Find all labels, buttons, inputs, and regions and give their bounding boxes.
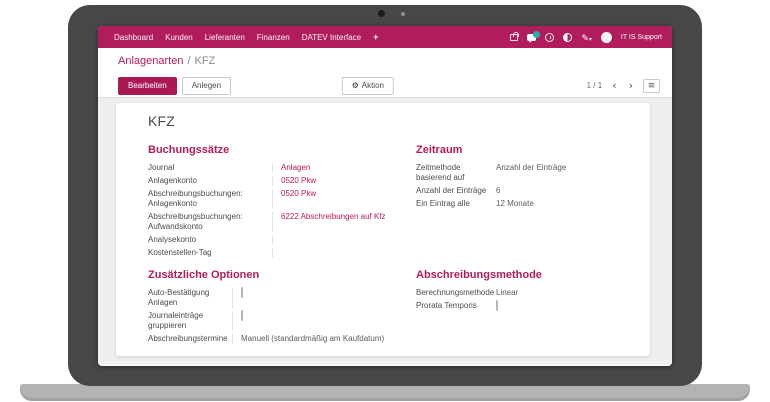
field-row-analysekonto: Analysekonto	[148, 235, 400, 245]
field-row-zeitmethode: Zeitmethode basierend auf Anzahl der Ein…	[416, 163, 646, 183]
content-area: KFZ Buchungssätze Journal Anlagen Anlage…	[98, 98, 672, 365]
field-value: 12 Monate	[496, 199, 534, 209]
field-row-abschreibung-anlagenkonto: Abschreibungsbuchungen: Anlagenkonto 052…	[148, 189, 400, 209]
group-title-optionen: Zusätzliche Optionen	[148, 269, 400, 281]
message-badge	[533, 31, 540, 38]
field-value-link[interactable]: 6222 Abschreibungen auf Kfz	[281, 212, 386, 221]
messages-icon[interactable]	[527, 34, 536, 41]
contrast-icon[interactable]	[563, 33, 572, 42]
field-value: Anzahl der Einträge	[496, 163, 566, 183]
group-title-buchungssaetze: Buchungssätze	[148, 144, 400, 156]
field-value: 6	[496, 186, 500, 196]
pager: 1 / 1 ‹ › ≡	[587, 79, 660, 93]
group-buchungssaetze: Buchungssätze Journal Anlagen Anlagenkon…	[148, 144, 400, 261]
field-row-abschreibung-aufwandskonto: Abschreibungsbuchungen: Aufwandskonto 62…	[148, 212, 400, 232]
group-title-methode: Abschreibungsmethode	[416, 269, 646, 281]
field-label: Anzahl der Einträge	[416, 186, 496, 196]
pager-next-icon[interactable]: ›	[627, 81, 635, 91]
field-row-anzahl-eintraege: Anzahl der Einträge 6	[416, 186, 646, 196]
field-row-auto-bestaetigung: Auto-Bestätigung Anlagen	[148, 288, 400, 308]
group-abschreibungsmethode: Abschreibungsmethode Berechnungsmethode …	[416, 269, 646, 347]
field-label: Kostenstellen-Tag	[148, 248, 272, 258]
field-label: Berechnungsmethode	[416, 288, 496, 298]
nav-item-plus[interactable]: +	[373, 32, 378, 42]
webcam-icon	[378, 10, 385, 17]
field-label: Journal	[148, 163, 272, 173]
field-label: Anlagenkonto	[148, 176, 272, 186]
activities-clock-icon[interactable]	[545, 33, 554, 42]
field-row-journaleintraege-gruppieren: Journaleinträge gruppieren	[148, 311, 400, 331]
breadcrumb-parent-link[interactable]: Anlagenarten	[118, 55, 183, 67]
webcam-led-icon	[401, 12, 405, 16]
edit-button[interactable]: Bearbeiten	[118, 77, 177, 95]
bag-icon[interactable]	[510, 34, 518, 41]
field-label: Zeitmethode basierend auf	[416, 163, 496, 183]
breadcrumb-separator: /	[187, 55, 190, 67]
field-label: Analysekonto	[148, 235, 272, 245]
record-title: KFZ	[148, 113, 630, 129]
nav-item-kunden[interactable]: Kunden	[165, 33, 193, 42]
pencil-icon: ✎	[581, 34, 589, 44]
pencil-menu[interactable]: ✎▾	[581, 28, 592, 46]
nav-item-dashboard[interactable]: Dashboard	[114, 33, 153, 42]
field-row-prorata-temporis: Prorata Temporis	[416, 301, 646, 311]
field-value-link[interactable]: 0520 Pkw	[281, 176, 316, 185]
form-sheet: KFZ Buchungssätze Journal Anlagen Anlage…	[116, 103, 650, 356]
laptop-base	[20, 384, 750, 401]
breadcrumb: Anlagenarten / KFZ	[98, 48, 672, 74]
topbar-right-zone: ✎▾ IT IS Support	[510, 28, 662, 46]
control-panel: Bearbeiten Anlegen ⚙ Aktion 1 / 1 ‹ › ≡	[98, 74, 672, 98]
group-title-zeitraum: Zeitraum	[416, 144, 646, 156]
nav-item-datev-interface[interactable]: DATEV Interface	[302, 33, 361, 42]
auto-bestaetigung-checkbox[interactable]	[241, 287, 243, 298]
create-button[interactable]: Anlegen	[182, 77, 231, 95]
field-label: Abschreibungstermine	[148, 334, 232, 344]
field-row-kostenstellen-tag: Kostenstellen-Tag	[148, 248, 400, 258]
pager-prev-icon[interactable]: ‹	[610, 81, 618, 91]
field-value: Manuell (standardmäßig am Kaufdatum)	[232, 334, 400, 344]
caret-down-icon: ▾	[589, 36, 592, 43]
field-value-link[interactable]: 0520 Pkw	[281, 189, 316, 198]
app-window: Dashboard Kunden Lieferanten Finanzen DA…	[98, 26, 672, 366]
field-label: Ein Eintrag alle	[416, 199, 496, 209]
group-zusaetzliche-optionen: Zusätzliche Optionen Auto-Bestätigung An…	[148, 269, 400, 347]
nav-item-finanzen[interactable]: Finanzen	[257, 33, 290, 42]
action-button[interactable]: ⚙ Aktion	[342, 77, 394, 95]
user-menu-label[interactable]: IT IS Support	[621, 34, 662, 41]
top-nav-bar: Dashboard Kunden Lieferanten Finanzen DA…	[98, 26, 672, 48]
field-label: Abschreibungsbuchungen: Anlagenkonto	[148, 189, 272, 209]
field-row-eintrag-alle: Ein Eintrag alle 12 Monate	[416, 199, 646, 209]
field-value: Linear	[496, 288, 518, 298]
field-value-empty	[272, 248, 400, 258]
field-row-berechnungsmethode: Berechnungsmethode Linear	[416, 288, 646, 298]
field-label: Prorata Temporis	[416, 301, 496, 311]
avatar[interactable]	[601, 32, 612, 43]
view-switcher-button[interactable]: ≡	[643, 79, 660, 93]
field-value-link[interactable]: Anlagen	[281, 163, 310, 172]
nav-item-lieferanten[interactable]: Lieferanten	[205, 33, 245, 42]
field-label: Journaleinträge gruppieren	[148, 311, 232, 331]
pager-value: 1 / 1	[587, 81, 603, 90]
group-zeitraum: Zeitraum Zeitmethode basierend auf Anzah…	[416, 144, 646, 261]
laptop-mockup: Dashboard Kunden Lieferanten Finanzen DA…	[0, 0, 770, 402]
field-row-abschreibungstermine: Abschreibungstermine Manuell (standardmä…	[148, 334, 400, 344]
field-row-anlagenkonto: Anlagenkonto 0520 Pkw	[148, 176, 400, 186]
action-button-label: Aktion	[362, 82, 384, 90]
journaleintraege-gruppieren-checkbox[interactable]	[241, 310, 243, 321]
gear-icon: ⚙	[352, 82, 359, 90]
field-value-empty	[272, 235, 400, 245]
breadcrumb-current: KFZ	[195, 55, 216, 67]
field-label: Auto-Bestätigung Anlagen	[148, 288, 232, 308]
field-row-journal: Journal Anlagen	[148, 163, 400, 173]
prorata-temporis-checkbox[interactable]	[496, 300, 498, 311]
field-label: Abschreibungsbuchungen: Aufwandskonto	[148, 212, 272, 232]
